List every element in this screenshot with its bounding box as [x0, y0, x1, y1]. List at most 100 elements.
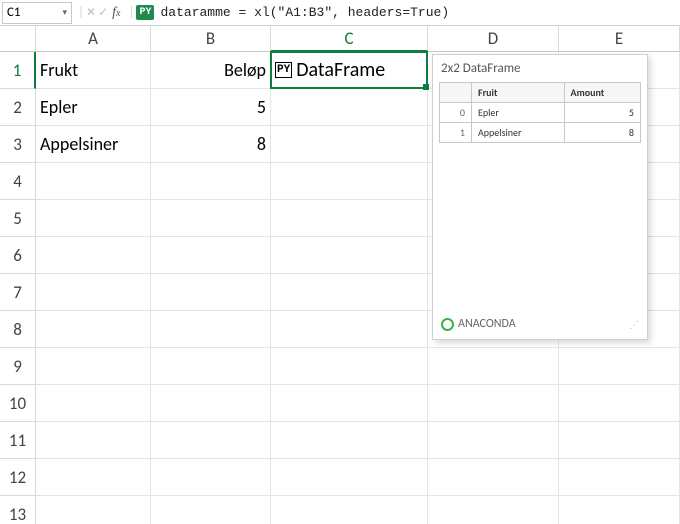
cell-D12[interactable] [428, 459, 559, 496]
row-header-5[interactable]: 5 [0, 200, 36, 237]
row: 12 [0, 459, 680, 496]
preview-cell-amount: 5 [564, 103, 640, 123]
cell-B13[interactable] [151, 496, 271, 524]
preview-table: Fruit Amount 0 Epler 5 1 Appelsiner 8 [439, 82, 641, 143]
row: 11 [0, 422, 680, 459]
separator: | [78, 5, 84, 20]
cell-C4[interactable] [271, 163, 428, 200]
cell-C9[interactable] [271, 348, 428, 385]
cell-A10[interactable] [36, 385, 151, 422]
row-header-11[interactable]: 11 [0, 422, 36, 459]
cell-E11[interactable] [559, 422, 680, 459]
row-header-10[interactable]: 10 [0, 385, 36, 422]
cell-C13[interactable] [271, 496, 428, 524]
row: 10 [0, 385, 680, 422]
cell-A4[interactable] [36, 163, 151, 200]
fx-icon[interactable]: fx [112, 5, 120, 21]
cell-A13[interactable] [36, 496, 151, 524]
row-header-13[interactable]: 13 [0, 496, 36, 524]
confirm-icon[interactable]: ✓ [98, 5, 108, 20]
cell-B8[interactable] [151, 311, 271, 348]
cell-B3[interactable]: 8 [151, 126, 271, 163]
cell-B1[interactable]: Beløp [151, 52, 271, 89]
resize-grip-icon[interactable]: ⋰ [629, 318, 639, 331]
cell-A8[interactable] [36, 311, 151, 348]
preview-header-index [440, 83, 472, 103]
chevron-down-icon: ▾ [62, 7, 67, 18]
cell-C3[interactable] [271, 126, 428, 163]
cancel-icon[interactable]: ✕ [86, 5, 96, 20]
cell-A7[interactable] [36, 274, 151, 311]
cell-C1[interactable]: PYDataFrame [271, 52, 428, 89]
cell-D10[interactable] [428, 385, 559, 422]
cell-B5[interactable] [151, 200, 271, 237]
cell-B9[interactable] [151, 348, 271, 385]
column-header-B[interactable]: B [151, 26, 271, 52]
cell-D11[interactable] [428, 422, 559, 459]
cell-D13[interactable] [428, 496, 559, 524]
cell-C7[interactable] [271, 274, 428, 311]
cell-B12[interactable] [151, 459, 271, 496]
cell-A6[interactable] [36, 237, 151, 274]
cell-B7[interactable] [151, 274, 271, 311]
formula-bar: C1 ▾ | ✕ ✓ fx | PY dataramme = xl("A1:B3… [0, 0, 680, 26]
preview-row: 1 Appelsiner 8 [440, 123, 641, 143]
cell-C2[interactable] [271, 89, 428, 126]
cell-E12[interactable] [559, 459, 680, 496]
preview-cell-fruit: Epler [472, 103, 565, 123]
preview-header-amount: Amount [564, 83, 640, 103]
cell-C10[interactable] [271, 385, 428, 422]
cell-E13[interactable] [559, 496, 680, 524]
row-header-8[interactable]: 8 [0, 311, 36, 348]
preview-title: 2x2 DataFrame [433, 55, 647, 80]
cell-B4[interactable] [151, 163, 271, 200]
cell-A1[interactable]: Frukt [36, 52, 151, 89]
row-header-6[interactable]: 6 [0, 237, 36, 274]
row-header-2[interactable]: 2 [0, 89, 36, 126]
preview-cell-amount: 8 [564, 123, 640, 143]
name-box-value: C1 [7, 5, 21, 20]
row: 13 [0, 496, 680, 524]
row-header-1[interactable]: 1 [0, 52, 36, 89]
cell-B11[interactable] [151, 422, 271, 459]
python-badge: PY [136, 5, 154, 20]
formula-input[interactable]: dataramme = xl("A1:B3", headers=True) [160, 5, 678, 20]
cell-B2[interactable]: 5 [151, 89, 271, 126]
cell-B10[interactable] [151, 385, 271, 422]
column-headers: ABCDE [0, 26, 680, 52]
dataframe-label: DataFrame [296, 58, 385, 82]
column-header-A[interactable]: A [36, 26, 151, 52]
anaconda-label: ANACONDA [458, 317, 516, 331]
cell-E10[interactable] [559, 385, 680, 422]
cell-C6[interactable] [271, 237, 428, 274]
cell-A2[interactable]: Epler [36, 89, 151, 126]
cell-E9[interactable] [559, 348, 680, 385]
row-header-7[interactable]: 7 [0, 274, 36, 311]
column-header-C[interactable]: C [271, 26, 428, 52]
row-header-9[interactable]: 9 [0, 348, 36, 385]
cell-A3[interactable]: Appelsiner [36, 126, 151, 163]
row-header-12[interactable]: 12 [0, 459, 36, 496]
cell-C12[interactable] [271, 459, 428, 496]
preview-header-fruit: Fruit [472, 83, 565, 103]
column-header-D[interactable]: D [428, 26, 559, 52]
name-box[interactable]: C1 ▾ [2, 2, 72, 24]
cell-A5[interactable] [36, 200, 151, 237]
python-cell-icon: PY [275, 62, 292, 78]
cell-A11[interactable] [36, 422, 151, 459]
cell-C11[interactable] [271, 422, 428, 459]
select-all-corner[interactable] [0, 26, 36, 52]
spreadsheet-grid: 1FruktBeløpPYDataFrame2Epler53Appelsiner… [0, 52, 680, 524]
cell-D9[interactable] [428, 348, 559, 385]
column-header-E[interactable]: E [559, 26, 680, 52]
dataframe-chip[interactable]: PYDataFrame [275, 58, 385, 82]
cell-C8[interactable] [271, 311, 428, 348]
cell-A12[interactable] [36, 459, 151, 496]
row-header-3[interactable]: 3 [0, 126, 36, 163]
preview-row: 0 Epler 5 [440, 103, 641, 123]
cell-B6[interactable] [151, 237, 271, 274]
row-header-4[interactable]: 4 [0, 163, 36, 200]
cell-C5[interactable] [271, 200, 428, 237]
cell-A9[interactable] [36, 348, 151, 385]
dataframe-preview-panel: 2x2 DataFrame Fruit Amount 0 Epler 5 1 A… [432, 54, 648, 340]
